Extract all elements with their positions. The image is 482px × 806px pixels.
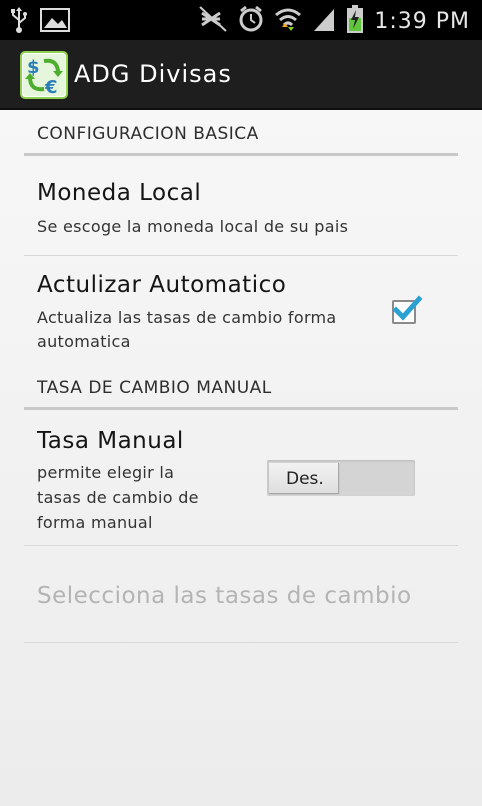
image-icon	[40, 7, 70, 37]
pref-summary-line: permite elegir la	[37, 463, 175, 482]
pref-summary: Se escoge la moneda local de su pais	[37, 217, 349, 236]
pref-moneda-local[interactable]: Moneda Local Se escoge la moneda local d…	[24, 160, 458, 256]
clock-time: 1:39 PM	[374, 8, 470, 34]
auto-update-checkbox[interactable]	[392, 295, 422, 324]
battery-charging-icon	[346, 4, 364, 38]
pref-title-disabled: Selecciona las tasas de cambio	[37, 583, 412, 609]
pref-summary-line: Actualiza las tasas de cambio forma	[37, 308, 337, 327]
wifi-icon	[274, 5, 302, 37]
tasa-manual-toggle[interactable]: Des.	[267, 460, 415, 496]
app-title: ADG Divisas	[74, 60, 232, 88]
alarm-icon	[238, 5, 264, 37]
pref-actualizar-automatico[interactable]: Actulizar Automatico Actualiza las tasas…	[24, 258, 458, 358]
pref-summary-line: tasas de cambio de	[37, 488, 199, 507]
preferences-list: CONFIGURACION BASICA Moneda Local Se esc…	[0, 110, 482, 806]
pref-title: Actulizar Automatico	[37, 272, 287, 298]
toggle-label: Des.	[286, 469, 324, 489]
checkmark-icon	[392, 295, 422, 321]
pref-title: Tasa Manual	[37, 428, 184, 454]
pref-summary-line: automatica	[37, 332, 131, 351]
toggle-thumb[interactable]: Des.	[269, 463, 339, 493]
mute-icon	[198, 5, 228, 37]
pref-selecciona-tasas: Selecciona las tasas de cambio	[24, 547, 458, 643]
category-label: CONFIGURACION BASICA	[37, 124, 259, 144]
currency-exchange-icon: $ €	[20, 51, 68, 99]
svg-text:€: €	[44, 77, 58, 98]
category-header-manual: TASA DE CAMBIO MANUAL	[24, 364, 458, 410]
pref-title: Moneda Local	[37, 180, 202, 206]
pref-summary-line: forma manual	[37, 513, 153, 532]
pref-tasa-manual[interactable]: Tasa Manual permite elegir la tasas de c…	[24, 414, 458, 546]
category-header-basic: CONFIGURACION BASICA	[24, 110, 458, 156]
action-bar: $ € ADG Divisas	[0, 40, 482, 110]
signal-icon	[312, 5, 336, 37]
status-bar: 1:39 PM	[0, 0, 482, 40]
category-label: TASA DE CAMBIO MANUAL	[37, 378, 272, 398]
usb-icon	[10, 6, 28, 38]
